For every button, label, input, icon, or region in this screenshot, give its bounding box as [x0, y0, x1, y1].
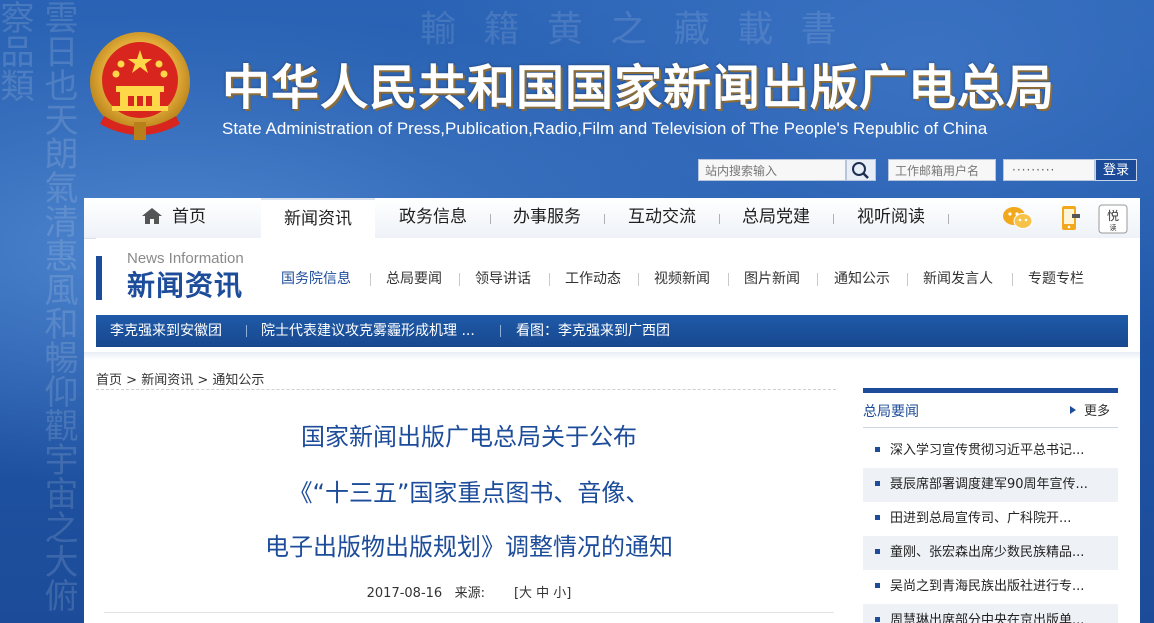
subnav-item-work-updates[interactable]: 工作动态: [565, 268, 621, 288]
breadcrumb-separator: >: [126, 373, 138, 388]
sidebar-more-label: 更多: [1084, 404, 1111, 419]
nav-item-news[interactable]: 新闻资讯: [261, 198, 375, 240]
yuedu-reader-icon[interactable]: 悦 读: [1098, 204, 1128, 234]
subnav-item-bureau-news[interactable]: 总局要闻: [386, 268, 442, 288]
article-title-line-1: 国家新闻出版广电总局关于公布: [301, 423, 637, 451]
article-meta: 2017-08-16 来源: [大 中 小]: [104, 582, 834, 601]
article-source-label: 来源:: [454, 586, 485, 601]
main-nav: 首页 新闻资讯 政务信息 办事服务 互动交流 总局党建 视听阅读: [84, 198, 1140, 240]
sidebar-item-text: 童刚、张宏森出席少数民族精品...: [890, 545, 1085, 560]
article-date: 2017-08-16: [366, 586, 443, 601]
sidebar-list-item[interactable]: 吴尚之到青海民族出版社进行专...: [863, 570, 1118, 604]
bullet-icon: [875, 515, 880, 520]
nav-item-media[interactable]: 视听阅读: [842, 198, 940, 238]
subnav-separator: [907, 273, 908, 286]
subnav-separator: [1012, 273, 1013, 286]
sidebar-item-text: 聂辰席部署调度建军90周年宣传...: [890, 477, 1088, 492]
sidebar-list-item[interactable]: 聂辰席部署调度建军90周年宣传...: [863, 468, 1118, 502]
search-input[interactable]: 站内搜索输入: [698, 159, 846, 181]
subnav-item-photo-news[interactable]: 图片新闻: [744, 268, 800, 288]
article-title-line-2: 《“十三五”国家重点图书、音像、: [288, 479, 650, 507]
login-button[interactable]: 登录: [1095, 159, 1137, 181]
bullet-icon: [875, 549, 880, 554]
subnav-item-state-council[interactable]: 国务院信息: [281, 268, 351, 288]
article-meta-divider: [104, 612, 834, 613]
subnav-separator: [370, 273, 371, 286]
nav-item-services[interactable]: 办事服务: [498, 198, 596, 238]
calligraphy-decoration: 雲日也天朗氣清惠風和暢仰觀宇宙之大俯察品類: [0, 0, 78, 612]
ticker-separator: [500, 325, 501, 337]
site-title: 中华人民共和国国家新闻出版广电总局: [222, 60, 1056, 116]
mail-password-input[interactable]: ·········: [1003, 159, 1095, 181]
svg-text:读: 读: [1110, 223, 1117, 232]
subnav-separator: [459, 273, 460, 286]
nav-label-home: 首页: [172, 207, 206, 227]
nav-separator: [490, 214, 491, 224]
bullet-icon: [875, 583, 880, 588]
breadcrumb-news[interactable]: 新闻资讯: [141, 373, 193, 388]
breadcrumb: 首页 > 新闻资讯 > 通知公示: [96, 369, 264, 388]
sidebar-item-text: 田进到总局宣传司、广科院开...: [890, 511, 1072, 526]
bullet-icon: [875, 481, 880, 486]
sidebar-item-text: 周慧琳出席部分中央在京出版单...: [890, 613, 1085, 623]
subnav-item-spokesperson[interactable]: 新闻发言人: [923, 268, 993, 288]
bullet-icon: [875, 617, 880, 622]
sidebar-list-item[interactable]: 田进到总局宣传司、广科院开...: [863, 502, 1118, 536]
search-icon: [852, 162, 869, 179]
search-button[interactable]: [846, 159, 876, 181]
subnav-item-video-news[interactable]: 视频新闻: [654, 268, 710, 288]
nav-item-government-info[interactable]: 政务信息: [384, 198, 482, 238]
nav-separator: [719, 214, 720, 224]
ticker-item[interactable]: 看图：李克强来到广西团: [516, 315, 670, 347]
font-size-switcher[interactable]: [大 中 小]: [514, 586, 571, 601]
sidebar-list-item[interactable]: 童刚、张宏森出席少数民族精品...: [863, 536, 1118, 570]
sidebar-item-text: 吴尚之到青海民族出版社进行专...: [890, 579, 1085, 594]
svg-text:悦: 悦: [1107, 209, 1119, 223]
headline-ticker: 李克强来到安徽团 院士代表建议攻克雾霾形成机理 ... 看图：李克强来到广西团: [96, 315, 1128, 347]
subnav-separator: [549, 273, 550, 286]
section-title-zh: 新闻资讯: [127, 269, 244, 302]
arrow-right-icon: [1070, 406, 1076, 414]
wechat-icon[interactable]: [1002, 204, 1033, 232]
breadcrumb-separator: >: [197, 373, 209, 388]
sidebar-more-link[interactable]: 更多: [1070, 400, 1110, 419]
national-emblem-logo: [86, 30, 194, 142]
nav-item-interaction[interactable]: 互动交流: [613, 198, 711, 238]
nav-separator: [604, 214, 605, 224]
subnav-item-notices[interactable]: 通知公示: [834, 268, 890, 288]
subnav-item-speeches[interactable]: 领导讲话: [475, 268, 531, 288]
nav-item-home[interactable]: 首页: [124, 198, 224, 238]
breadcrumb-divider: [96, 389, 836, 390]
sidebar-list-item[interactable]: 周慧琳出席部分中央在京出版单...: [863, 604, 1118, 623]
nav-separator: [948, 214, 949, 224]
breadcrumb-notices[interactable]: 通知公示: [212, 373, 264, 388]
bullet-icon: [875, 447, 880, 452]
mail-username-input[interactable]: 工作邮箱用户名: [888, 159, 996, 181]
subnav-separator: [638, 273, 639, 286]
section-accent-bar: [96, 256, 102, 300]
ticker-item[interactable]: 李克强来到安徽团: [110, 315, 222, 347]
subnav-separator: [728, 273, 729, 286]
divider: [84, 352, 1140, 360]
nav-item-party[interactable]: 总局党建: [727, 198, 825, 238]
sidebar-item-text: 深入学习宣传贯彻习近平总书记...: [890, 443, 1085, 458]
home-icon: [142, 208, 162, 224]
site-subtitle: State Administration of Press,Publicatio…: [222, 119, 988, 138]
subnav-separator: [817, 273, 818, 286]
nav-separator: [833, 214, 834, 224]
sidebar-list-item[interactable]: 深入学习宣传贯彻习近平总书记...: [863, 434, 1118, 468]
article-title-line-3: 电子出版物出版规划》调整情况的通知: [265, 533, 673, 561]
subnav-item-special-topics[interactable]: 专题专栏: [1028, 268, 1084, 288]
sidebar-title: 总局要闻: [863, 404, 919, 420]
breadcrumb-home[interactable]: 首页: [96, 373, 122, 388]
ticker-item[interactable]: 院士代表建议攻克雾霾形成机理 ...: [261, 315, 475, 347]
mobile-icon[interactable]: [1058, 204, 1082, 232]
ticker-separator: [246, 325, 247, 337]
